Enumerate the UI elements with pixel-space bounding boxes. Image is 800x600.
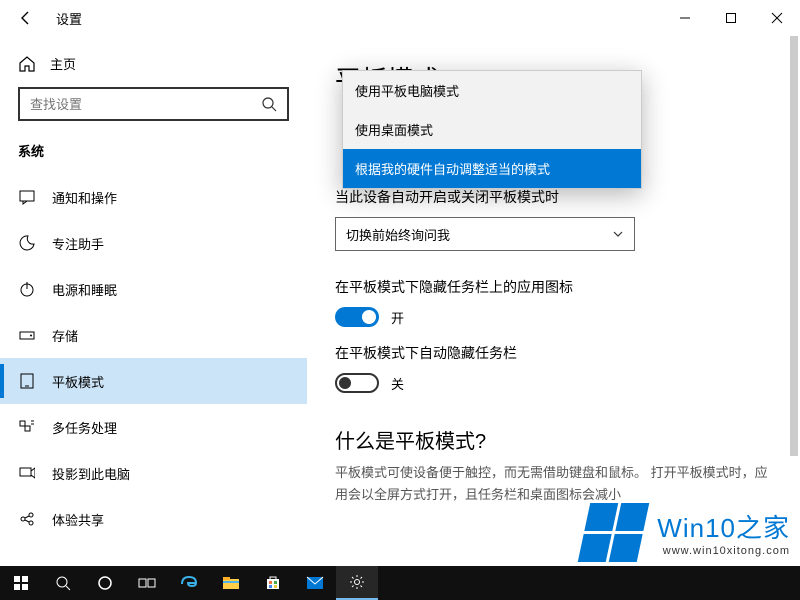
hide-icons-label: 在平板模式下隐藏任务栏上的应用图标 [335, 277, 772, 297]
auto-switch-label: 当此设备自动开启或关闭平板模式时 [335, 187, 772, 207]
dropdown-option[interactable]: 使用桌面模式 [343, 110, 641, 149]
store-icon[interactable] [252, 566, 294, 600]
back-button[interactable] [16, 8, 36, 28]
hide-taskbar-toggle[interactable] [335, 373, 379, 393]
section-title: 系统 [0, 141, 307, 174]
auto-switch-dropdown[interactable]: 切换前始终询问我 [335, 217, 635, 251]
nav-label: 电源和睡眠 [52, 280, 117, 299]
nav-label: 通知和操作 [52, 188, 117, 207]
nav-label: 体验共享 [52, 510, 104, 529]
explorer-icon[interactable] [210, 566, 252, 600]
hide-icons-state: 开 [391, 308, 404, 327]
cortana-icon[interactable] [84, 566, 126, 600]
hide-taskbar-label: 在平板模式下自动隐藏任务栏 [335, 343, 772, 363]
dropdown-option-selected[interactable]: 根据我的硬件自动调整适当的模式 [343, 149, 641, 188]
drive-icon [18, 326, 36, 344]
nav-label: 投影到此电脑 [52, 464, 130, 483]
nav-focus-assist[interactable]: 专注助手 [0, 220, 307, 266]
nav-label: 平板模式 [52, 372, 104, 391]
scrollbar-thumb[interactable] [790, 36, 798, 456]
scrollbar[interactable] [790, 36, 798, 558]
nav-notifications[interactable]: 通知和操作 [0, 174, 307, 220]
nav-power-sleep[interactable]: 电源和睡眠 [0, 266, 307, 312]
dropdown-value: 切换前始终询问我 [346, 225, 450, 244]
edge-icon[interactable] [168, 566, 210, 600]
close-button[interactable] [754, 2, 800, 34]
window-controls [662, 2, 800, 34]
hide-taskbar-state: 关 [391, 374, 404, 393]
title-bar: 设置 [0, 0, 800, 36]
nav-shared-exp[interactable]: 体验共享 [0, 496, 307, 542]
chevron-down-icon [612, 228, 624, 240]
nav-tablet-mode[interactable]: 平板模式 [0, 358, 307, 404]
message-icon [18, 188, 36, 206]
search-taskbar-icon[interactable] [42, 566, 84, 600]
nav-multitasking[interactable]: 多任务处理 [0, 404, 307, 450]
search-input[interactable] [30, 97, 261, 112]
home-link[interactable]: 主页 [0, 48, 307, 87]
sidebar: 主页 系统 通知和操作 专注助手 电源和睡眠 存储 平板模式 多任 [0, 36, 307, 566]
nav-label: 存储 [52, 326, 78, 345]
home-icon [18, 55, 36, 73]
settings-taskbar-icon[interactable] [336, 566, 378, 600]
mail-icon[interactable] [294, 566, 336, 600]
nav-storage[interactable]: 存储 [0, 312, 307, 358]
taskbar [0, 566, 800, 600]
dropdown-option[interactable]: 使用平板电脑模式 [343, 71, 641, 110]
nav-label: 多任务处理 [52, 418, 117, 437]
task-view-icon[interactable] [126, 566, 168, 600]
what-is-heading: 什么是平板模式? [335, 425, 772, 454]
window-title: 设置 [56, 9, 82, 28]
timeline-icon [18, 418, 36, 436]
signin-mode-dropdown-menu: 使用平板电脑模式 使用桌面模式 根据我的硬件自动调整适当的模式 [342, 70, 642, 189]
hide-icons-toggle[interactable] [335, 307, 379, 327]
project-icon [18, 464, 36, 482]
share-icon [18, 510, 36, 528]
start-button[interactable] [0, 566, 42, 600]
maximize-button[interactable] [708, 2, 754, 34]
search-icon [261, 96, 277, 112]
minimize-button[interactable] [662, 2, 708, 34]
search-input-box[interactable] [18, 87, 289, 121]
nav-label: 专注助手 [52, 234, 104, 253]
home-label: 主页 [50, 54, 76, 73]
what-is-desc: 平板模式可使设备便于触控，而无需借助键盘和鼠标。 打开平板模式时，应用会以全屏方… [335, 462, 772, 506]
moon-icon [18, 234, 36, 252]
tablet-icon [18, 372, 36, 390]
nav-project[interactable]: 投影到此电脑 [0, 450, 307, 496]
power-icon [18, 280, 36, 298]
